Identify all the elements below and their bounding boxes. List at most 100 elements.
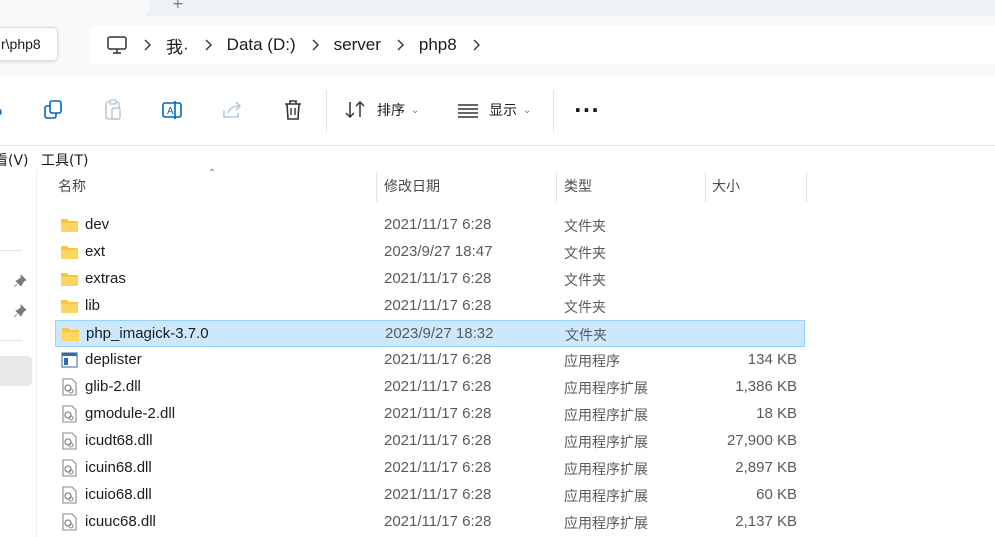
sort-label: 排序 (377, 103, 405, 119)
file-modified-date: 2021/11/17 6:28 (384, 378, 492, 395)
file-row[interactable]: glib-2.dll 2021/11/17 6:28 应用程序扩展 1,386 KB (55, 374, 805, 401)
column-resize-handle[interactable] (705, 172, 706, 202)
delete-button[interactable] (281, 98, 307, 124)
column-resize-handle[interactable] (806, 172, 807, 202)
pin-icon[interactable] (13, 304, 27, 318)
file-type: 应用程序扩展 (564, 516, 648, 532)
column-header-size[interactable]: 大小 (712, 172, 740, 202)
view-list-icon (458, 104, 478, 118)
menu-bar: 看(V) 工具(T) (0, 148, 995, 170)
file-name[interactable]: icuio68.dll (85, 486, 152, 503)
nav-divider (0, 250, 22, 251)
active-tab[interactable] (0, 0, 150, 16)
chevron-down-icon: ⌄ (411, 104, 420, 116)
file-name[interactable]: deplister (85, 351, 142, 368)
file-name[interactable]: ext (85, 243, 105, 260)
command-bar: A 排序 ⌄ 显示 ⌄ ··· (0, 76, 995, 146)
file-row[interactable]: gmodule-2.dll 2021/11/17 6:28 应用程序扩展 18 KB (55, 401, 805, 428)
chevron-right-icon[interactable] (395, 39, 405, 51)
chevron-down-icon: ⌄ (523, 104, 532, 116)
pane-divider[interactable] (36, 170, 37, 537)
file-name[interactable]: icuin68.dll (85, 459, 152, 476)
file-name[interactable]: glib-2.dll (85, 378, 141, 395)
navigation-pane (0, 170, 34, 537)
view-label: 显示 (489, 103, 517, 119)
column-resize-handle[interactable] (556, 172, 557, 202)
svg-text:A: A (167, 106, 174, 117)
file-modified-date: 2021/11/17 6:28 (384, 432, 492, 449)
nav-item-selected[interactable] (0, 356, 32, 386)
column-header-type[interactable]: 类型 (564, 172, 592, 202)
this-pc-icon[interactable] (106, 35, 128, 55)
file-name[interactable]: icuuc68.dll (85, 513, 156, 530)
file-row[interactable]: icuio68.dll 2021/11/17 6:28 应用程序扩展 60 KB (55, 482, 805, 509)
dll-icon (60, 459, 79, 477)
file-modified-date: 2021/11/17 6:28 (384, 216, 492, 233)
column-header-name[interactable]: 名称 (58, 172, 86, 202)
file-modified-date: 2021/11/17 6:28 (384, 405, 492, 422)
share-button[interactable] (220, 98, 246, 124)
file-modified-date: 2021/11/17 6:28 (384, 513, 492, 530)
column-header-date[interactable]: 修改日期 (384, 172, 440, 202)
rename-button[interactable]: A (160, 98, 186, 124)
file-name[interactable]: dev (85, 216, 109, 233)
chevron-right-icon[interactable] (142, 39, 152, 51)
paste-button[interactable] (101, 98, 127, 124)
file-row[interactable]: icuuc68.dll 2021/11/17 6:28 应用程序扩展 2,137 KB (55, 509, 805, 536)
dll-icon (60, 513, 79, 531)
file-type: 文件夹 (565, 328, 607, 344)
file-size: 2,137 KB (735, 513, 797, 530)
breadcrumb-item-this-pc[interactable]: 我· (166, 33, 189, 58)
file-row[interactable]: icudt68.dll 2021/11/17 6:28 应用程序扩展 27,900 K… (55, 428, 805, 455)
file-type: 文件夹 (564, 300, 606, 316)
file-size: 60 KB (756, 486, 797, 503)
new-tab-button[interactable]: + (172, 0, 184, 12)
file-row[interactable]: extras 2021/11/17 6:28 文件夹 (55, 266, 805, 293)
file-size: 1,386 KB (735, 378, 797, 395)
file-name[interactable]: extras (85, 270, 126, 287)
file-name[interactable]: icudt68.dll (85, 432, 153, 449)
file-type: 文件夹 (564, 219, 606, 235)
folder-icon (60, 216, 79, 234)
file-type: 应用程序扩展 (564, 489, 648, 505)
exe-icon (60, 351, 79, 369)
folder-icon (60, 243, 79, 261)
view-button[interactable]: 显示 ⌄ (457, 100, 531, 120)
file-name[interactable]: php_imagick-3.7.0 (86, 325, 209, 342)
breadcrumb-item-server[interactable]: server (334, 35, 381, 55)
file-size: 134 KB (747, 351, 797, 368)
chevron-right-icon[interactable] (203, 39, 213, 51)
path-tooltip: r\php8 (0, 27, 58, 61)
file-modified-date: 2021/11/17 6:28 (384, 351, 492, 368)
file-type: 应用程序扩展 (564, 462, 648, 478)
column-resize-handle[interactable] (376, 172, 377, 202)
sort-button[interactable]: 排序 ⌄ (345, 100, 419, 120)
file-row[interactable]: lib 2021/11/17 6:28 文件夹 (55, 293, 805, 320)
cut-icon[interactable] (0, 108, 4, 116)
dll-icon (60, 378, 79, 396)
address-bar[interactable]: 我· Data (D:) server php8 (90, 26, 995, 64)
file-row[interactable]: icuin68.dll 2021/11/17 6:28 应用程序扩展 2,897 KB (55, 455, 805, 482)
chevron-right-icon[interactable] (310, 39, 320, 51)
breadcrumb-item-drive[interactable]: Data (D:) (227, 35, 296, 55)
file-row[interactable]: dev 2021/11/17 6:28 文件夹 (55, 212, 805, 239)
file-name[interactable]: gmodule-2.dll (85, 405, 175, 422)
file-modified-date: 2021/11/17 6:28 (384, 486, 492, 503)
file-type: 应用程序扩展 (564, 408, 648, 424)
file-modified-date: 2023/9/27 18:32 (385, 325, 494, 342)
menu-tools[interactable]: 工具(T) (41, 150, 88, 170)
toolbar-separator (326, 90, 327, 132)
chevron-right-icon[interactable] (471, 39, 481, 51)
pin-icon[interactable] (13, 274, 27, 288)
file-row[interactable]: ext 2023/9/27 18:47 文件夹 (55, 239, 805, 266)
sort-icon (345, 100, 365, 119)
sort-ascending-icon: ⌃ (208, 168, 217, 179)
file-row[interactable]: php_imagick-3.7.0 2023/9/27 18:32 文件夹 (55, 320, 805, 347)
breadcrumb-item-php8[interactable]: php8 (419, 35, 457, 55)
menu-view[interactable]: 看(V) (0, 150, 29, 170)
copy-button[interactable] (41, 98, 67, 124)
more-options-button[interactable]: ··· (574, 98, 600, 122)
file-name[interactable]: lib (85, 297, 100, 314)
file-row[interactable]: deplister 2021/11/17 6:28 应用程序 134 KB (55, 347, 805, 374)
rename-icon: A (162, 101, 182, 119)
